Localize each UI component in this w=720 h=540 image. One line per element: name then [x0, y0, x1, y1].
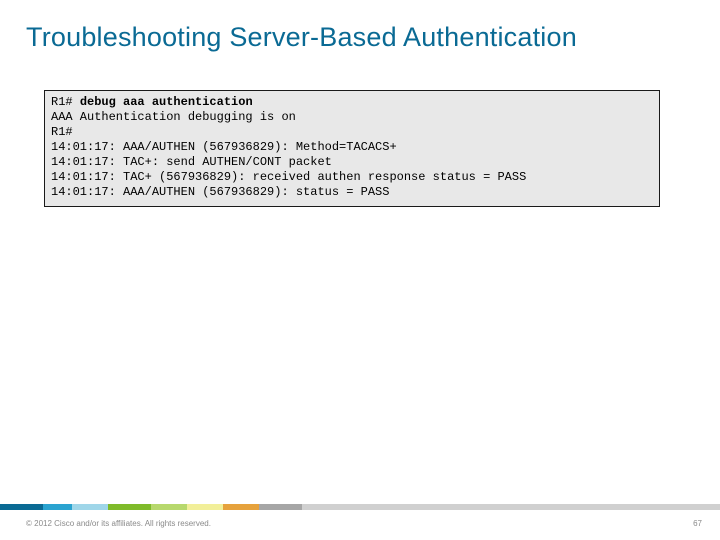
stripe-seg — [72, 504, 108, 510]
code-line: R1# — [51, 125, 653, 140]
stripe-seg — [43, 504, 72, 510]
prompt: R1# — [51, 95, 80, 109]
brand-stripe — [0, 504, 720, 510]
stripe-seg — [302, 504, 720, 510]
code-line: 14:01:17: AAA/AUTHEN (567936829): status… — [51, 185, 653, 200]
page-number: 67 — [693, 519, 702, 528]
slide: Troubleshooting Server-Based Authenticat… — [0, 0, 720, 540]
terminal-output: R1# debug aaa authentication AAA Authent… — [44, 90, 660, 207]
command: debug aaa authentication — [80, 95, 253, 109]
code-line: 14:01:17: TAC+: send AUTHEN/CONT packet — [51, 155, 653, 170]
stripe-seg — [0, 504, 43, 510]
code-line: 14:01:17: TAC+ (567936829): received aut… — [51, 170, 653, 185]
stripe-seg — [259, 504, 302, 510]
page-title: Troubleshooting Server-Based Authenticat… — [26, 22, 577, 53]
stripe-seg — [151, 504, 187, 510]
copyright: © 2012 Cisco and/or its affiliates. All … — [26, 519, 211, 528]
code-line: 14:01:17: AAA/AUTHEN (567936829): Method… — [51, 140, 653, 155]
stripe-seg — [187, 504, 223, 510]
stripe-seg — [108, 504, 151, 510]
stripe-seg — [223, 504, 259, 510]
code-line-cmd: R1# debug aaa authentication — [51, 95, 653, 110]
code-line: AAA Authentication debugging is on — [51, 110, 653, 125]
